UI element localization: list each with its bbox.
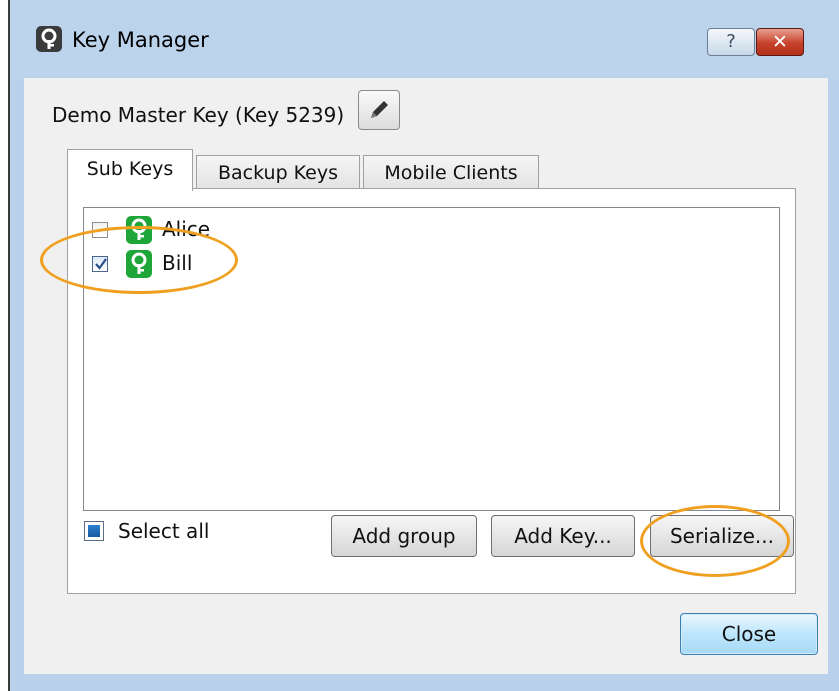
alice-checkbox[interactable] [92, 222, 108, 238]
title-bar[interactable]: Key Manager ? ✕ [10, 0, 839, 80]
list-item[interactable]: Alice [92, 214, 392, 244]
key-icon [126, 250, 152, 278]
sub-keys-list[interactable]: Alice Bill [83, 207, 780, 511]
tab-mobile-clients[interactable]: Mobile Clients [363, 155, 539, 189]
window-close-button[interactable]: ✕ [756, 28, 804, 56]
serialize-button[interactable]: Serialize... [650, 515, 794, 557]
master-key-label: Demo Master Key (Key 5239) [52, 103, 345, 127]
window-title: Key Manager [72, 28, 209, 52]
key-manager-window: Key Manager ? ✕ Demo Master Key (Key 523… [8, 0, 839, 691]
list-item[interactable]: Bill [92, 248, 392, 278]
select-all-checkbox[interactable] [84, 521, 104, 541]
add-group-button[interactable]: Add group [331, 515, 477, 557]
dialog-body: Demo Master Key (Key 5239) Sub Keys Back… [24, 78, 828, 674]
edit-master-key-button[interactable] [358, 90, 400, 130]
sub-keys-panel: Alice Bill Select all Add group Add Key.… [67, 188, 796, 594]
close-button[interactable]: Close [680, 613, 818, 655]
tab-backup-keys[interactable]: Backup Keys [196, 155, 360, 189]
bill-checkbox[interactable] [92, 256, 108, 272]
app-key-icon [36, 26, 62, 52]
help-button[interactable]: ? [707, 28, 755, 56]
sub-key-name: Bill [162, 251, 193, 275]
key-icon [126, 216, 152, 244]
add-key-button[interactable]: Add Key... [491, 515, 635, 557]
sub-key-name: Alice [162, 217, 211, 241]
checkmark-icon [95, 258, 107, 270]
select-all-label: Select all [118, 519, 210, 543]
pencil-icon [371, 101, 388, 118]
tab-sub-keys[interactable]: Sub Keys [67, 149, 193, 191]
